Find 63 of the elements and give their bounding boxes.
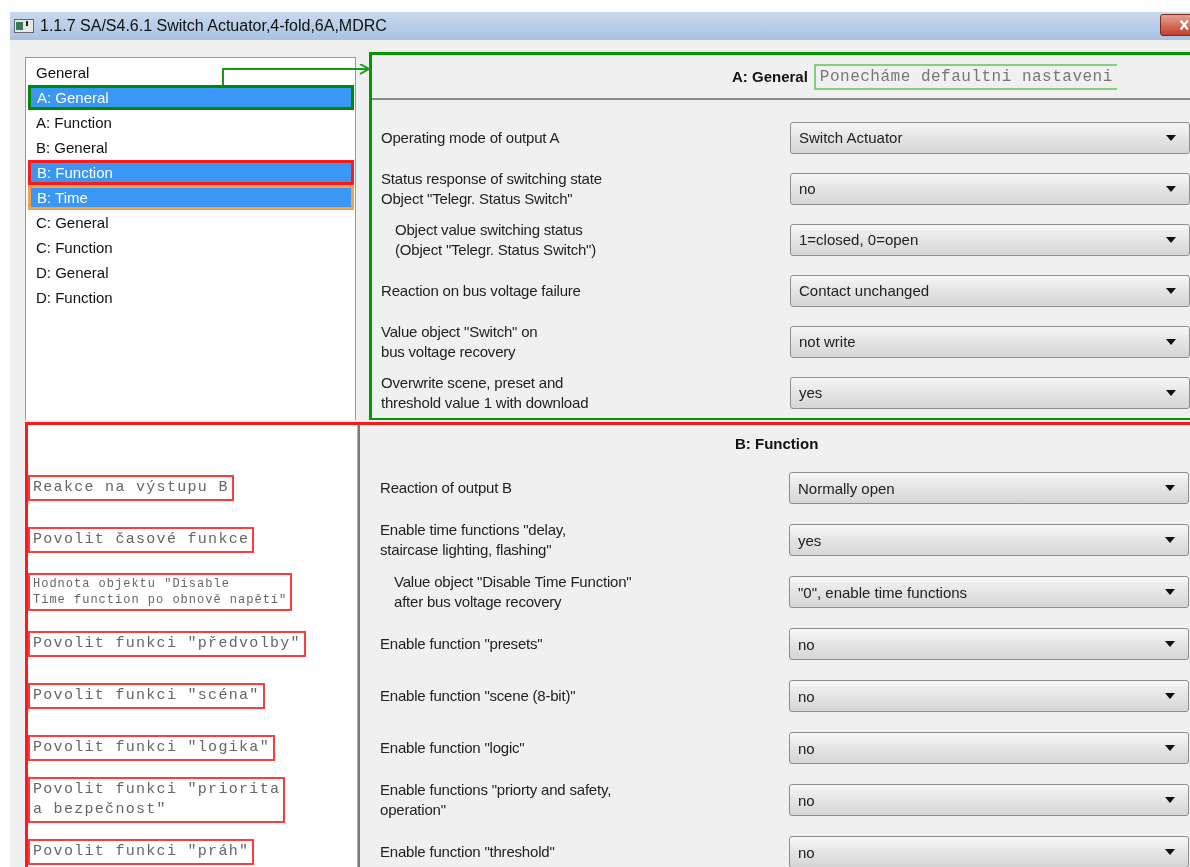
annotation-label: Povolit časové funkce: [28, 527, 255, 553]
dropdown[interactable]: yes: [789, 524, 1189, 556]
annotation-label: Povolit funkci "scéna": [28, 683, 265, 709]
dropdown[interactable]: Switch Actuator: [790, 121, 1190, 154]
parameter-label: Reaction on bus voltage failure: [381, 280, 581, 301]
dropdown-arrow-icon: [1166, 236, 1176, 243]
dropdown[interactable]: no: [790, 172, 1190, 205]
dropdown[interactable]: no: [789, 732, 1189, 764]
parameter-label: Operating mode of output A: [381, 127, 560, 148]
dropdown[interactable]: 1=closed, 0=open: [790, 223, 1190, 256]
section-title: B: Function: [735, 435, 819, 452]
annotation-label: Povolit funkci "priorita a bezpečnost": [28, 777, 286, 823]
annotation-label: Povolit funkci "logika": [28, 735, 275, 761]
annotation-label: Povolit funkci "práh": [28, 839, 255, 865]
dropdown[interactable]: yes: [790, 376, 1190, 409]
section-title: A: General: [732, 68, 808, 85]
parameter-label: Enable function "presets": [380, 634, 543, 654]
parameter-label: Enable functions "priorty and safety, operation": [380, 780, 612, 820]
close-icon[interactable]: [1160, 14, 1190, 36]
dropdown-arrow-icon: [1166, 287, 1176, 294]
dropdown[interactable]: not write: [790, 325, 1190, 358]
tree-item[interactable]: C: General: [28, 210, 354, 235]
tree-item[interactable]: A: Function: [28, 110, 354, 135]
dropdown[interactable]: no: [789, 628, 1189, 660]
dropdown-arrow-icon: [1165, 745, 1175, 751]
dropdown[interactable]: Normally open: [789, 472, 1189, 504]
dropdown[interactable]: Contact unchanged: [790, 274, 1190, 307]
dropdown-arrow-icon: [1165, 589, 1175, 595]
annotation-label: Hodnota objektu "Disable Time function po obnově napětí": [28, 573, 293, 611]
dropdown-arrow-icon: [1165, 641, 1175, 647]
parameter-label: Enable time functions "delay, staircase lighting, flashing": [380, 520, 567, 560]
parameter-label: Reaction of output B: [380, 478, 512, 498]
annotation-label: Reakce na výstupu B: [28, 475, 234, 501]
dropdown[interactable]: "0", enable time functions: [789, 576, 1189, 608]
dropdown-arrow-icon: [1165, 537, 1175, 543]
parameter-label: Value object "Switch" on bus voltage recovery: [381, 321, 538, 362]
parameter-label: Overwrite scene, preset and threshold value 1 with download: [381, 372, 589, 413]
dropdown-arrow-icon: [1165, 485, 1175, 491]
dropdown-arrow-icon: [1166, 134, 1176, 141]
annotation-label: Povolit funkci "předvolby": [28, 631, 306, 657]
dropdown-arrow-icon: [1165, 693, 1175, 699]
dropdown-arrow-icon: [1166, 389, 1176, 396]
annotation-note: Ponecháme defaultni nastaveni: [813, 63, 1117, 90]
dropdown-arrow-icon: [1166, 185, 1176, 192]
parameter-label: Enable function "threshold": [380, 842, 555, 862]
parameter-label: Enable function "scene (8-bit)": [380, 686, 576, 706]
parameter-label: Object value switching status (Object "Telegr. Status Switch"): [395, 219, 596, 260]
dropdown-arrow-icon: [1166, 338, 1176, 345]
window-title: 1.1.7 SA/S4.6.1 Switch Actuator,4-fold,6A,MDRC: [40, 17, 387, 35]
parameter-label: Status response of switching state Object "Telegr. Status Switch": [381, 168, 602, 209]
dropdown[interactable]: no: [789, 836, 1189, 867]
tree-item[interactable]: General: [28, 60, 354, 85]
tree-item[interactable]: B: General: [28, 135, 354, 160]
tree-item[interactable]: C: Function: [28, 235, 354, 260]
dropdown[interactable]: no: [789, 784, 1189, 816]
dropdown-arrow-icon: [1165, 849, 1175, 855]
dropdown[interactable]: no: [789, 680, 1189, 712]
tree-item[interactable]: D: General: [28, 260, 354, 285]
parameter-label: Value object "Disable Time Function" after bus voltage recovery: [394, 572, 632, 612]
parameter-label: Enable function "logic": [380, 738, 525, 758]
app-icon: [14, 19, 34, 33]
tree-item[interactable]: D: Function: [28, 285, 354, 310]
dropdown-arrow-icon: [1165, 797, 1175, 803]
